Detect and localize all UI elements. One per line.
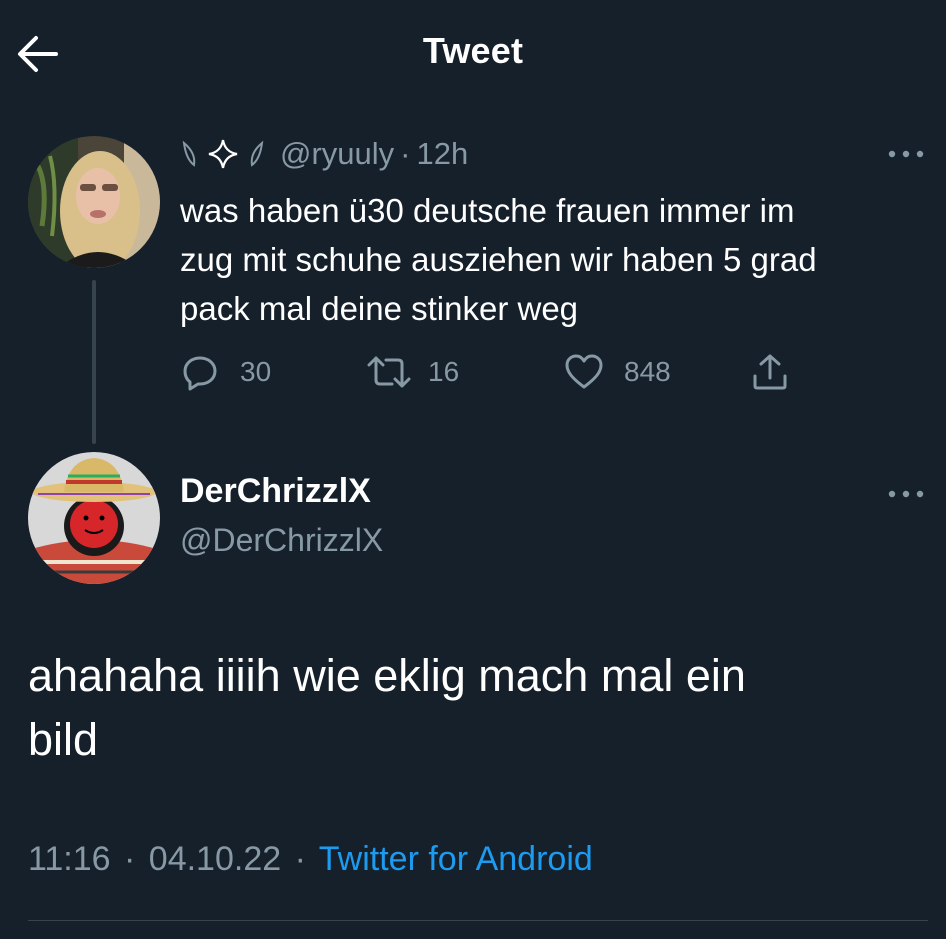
like-button[interactable]: 848 — [564, 348, 671, 396]
avatar-ryuuly[interactable] — [28, 136, 160, 268]
parent-timestamp[interactable]: 12h — [417, 136, 469, 172]
parent-more-button[interactable] — [886, 142, 926, 166]
reply-count: 30 — [240, 356, 272, 387]
parent-tweet-text: was haben ü30 deutsche frauen immer im z… — [180, 186, 930, 333]
more-horizontal-icon — [888, 150, 924, 158]
sparkle-icon — [208, 139, 238, 169]
tweet-text-line: zug mit schuhe ausziehen wir haben 5 gra… — [180, 241, 817, 278]
parent-tweet-header: @ryuuly · 12h — [180, 132, 468, 176]
tweet-text-line: was haben ü30 deutsche frauen immer im — [180, 192, 795, 229]
tweet-text-line: bild — [28, 714, 99, 765]
retweet-count: 16 — [428, 356, 460, 387]
heart-icon — [565, 354, 603, 389]
parent-tweet-actions: 30 16 848 — [180, 348, 820, 396]
tweet-time: 11:16 — [28, 840, 111, 878]
share-button[interactable] — [750, 348, 790, 396]
avatar-derchrizzlx[interactable] — [28, 452, 160, 584]
tweet-metadata: 11:16 · 04.10.22 · Twitter for Android — [28, 840, 593, 879]
moon-icon — [182, 140, 196, 167]
author-handle[interactable]: @DerChrizzlX — [180, 522, 383, 559]
tweet-text-line: pack mal deine stinker weg — [180, 290, 579, 327]
meta-separator: · — [400, 136, 411, 171]
divider — [28, 920, 928, 921]
tweet-date: 04.10.22 — [148, 840, 282, 878]
like-count: 848 — [624, 356, 671, 387]
moon-icon — [250, 140, 264, 167]
tweet-source-link[interactable]: Twitter for Android — [319, 840, 593, 878]
reply-icon — [183, 356, 217, 391]
share-icon — [753, 354, 787, 390]
tweet-text-line: ahahaha iiiih wie eklig mach mal ein — [28, 650, 746, 701]
main-tweet-text: ahahaha iiiih wie eklig mach mal ein bil… — [28, 644, 918, 772]
main-more-button[interactable] — [886, 482, 926, 506]
top-bar: Tweet — [0, 0, 946, 108]
thread-connector — [92, 280, 96, 444]
page-title: Tweet — [422, 30, 524, 71]
display-name-emojis[interactable] — [180, 137, 266, 171]
retweet-icon — [367, 356, 411, 388]
meta-separator: · — [294, 840, 306, 878]
author-name[interactable]: DerChrizzlX — [180, 472, 371, 511]
meta-separator: · — [124, 840, 136, 878]
more-horizontal-icon — [888, 490, 924, 498]
retweet-button[interactable]: 16 — [366, 348, 459, 396]
reply-button[interactable]: 30 — [180, 348, 271, 396]
parent-handle[interactable]: @ryuuly — [280, 136, 394, 172]
